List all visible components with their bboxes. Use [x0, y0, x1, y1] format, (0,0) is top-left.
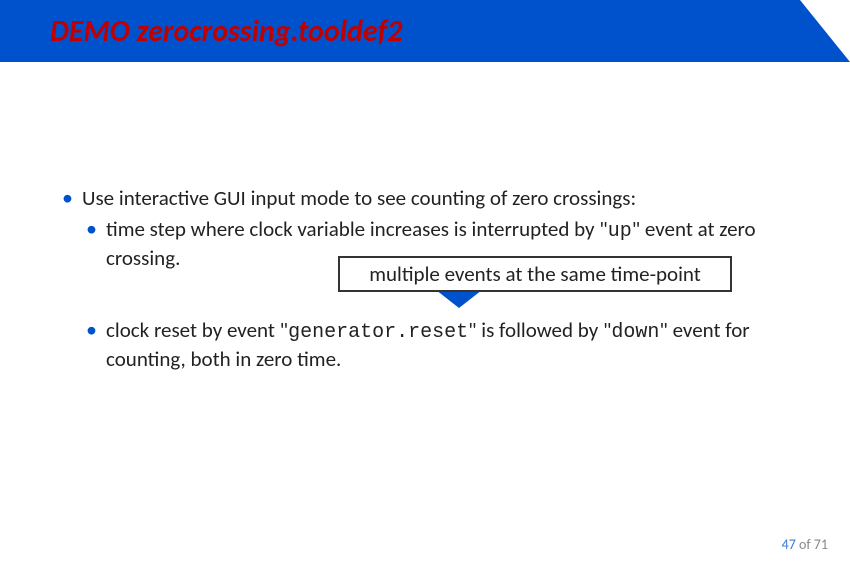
slide: DEMO zerocrossing.tooldef2 Use interacti… — [0, 0, 850, 567]
code-text: up — [608, 220, 632, 243]
code-text: generator.reset — [288, 321, 468, 344]
page-of: of — [796, 536, 814, 553]
slide-title: DEMO zerocrossing.tooldef2 — [0, 13, 402, 50]
bullet-text: Use interactive GUI input mode to see co… — [82, 185, 636, 211]
bullet-level-2: clock reset by event "generator.reset" i… — [60, 317, 810, 373]
bullet-text-part: " is followed by " — [468, 317, 611, 343]
callout-box: multiple events at the same time-point — [338, 256, 732, 292]
page-number: 47 of 71 — [782, 536, 828, 553]
code-text: down — [611, 321, 659, 344]
total-pages: 71 — [814, 536, 828, 553]
current-page: 47 — [782, 536, 796, 553]
bullet-text-part: clock reset by event " — [106, 317, 288, 343]
title-bar: DEMO zerocrossing.tooldef2 — [0, 0, 850, 62]
bullet-text-part: time step where clock variable increases… — [106, 216, 608, 242]
callout-text: multiple events at the same time-point — [369, 261, 701, 287]
bullet-level-1: Use interactive GUI input mode to see co… — [60, 185, 810, 212]
spacer — [60, 303, 810, 317]
